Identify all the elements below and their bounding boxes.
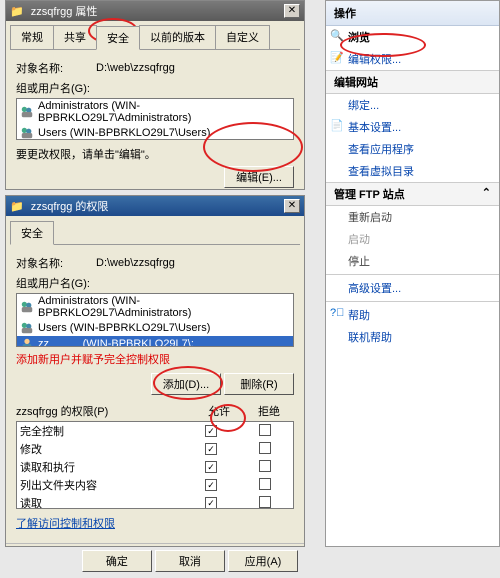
help-icon: ?⃝ (330, 307, 344, 321)
ok-button[interactable]: 确定 (82, 550, 152, 572)
tab-security[interactable]: 安全 (96, 26, 140, 50)
actions-panel: 操作 🔍 浏览 📝 编辑权限... 编辑网站 绑定... 📄 基本设置... 查… (325, 0, 500, 547)
edit-icon: 📝 (330, 51, 344, 65)
properties-dialog: 📁 zzsqfrgg 属性 ✕ 常规 共享 安全 以前的版本 自定义 对象名称:… (5, 0, 305, 190)
group-icon (20, 300, 34, 314)
allow-checkbox[interactable] (205, 443, 217, 455)
users-listbox[interactable]: Administrators (WIN-BPBRKLO29L7\Administ… (16, 98, 294, 140)
close-button[interactable]: ✕ (284, 4, 300, 18)
remove-button[interactable]: 删除(R) (224, 373, 294, 395)
deny-header: 拒绝 (244, 403, 294, 419)
object-name-label: 对象名称: (16, 60, 96, 76)
settings-icon: 📄 (330, 119, 344, 133)
allow-checkbox[interactable] (205, 425, 217, 437)
permission-row: 列出文件夹内容 (17, 476, 293, 494)
deny-checkbox[interactable] (259, 424, 271, 436)
sub-header-edit-site: 编辑网站 (326, 70, 499, 94)
tab-sharing[interactable]: 共享 (53, 25, 97, 49)
action-edit-permissions[interactable]: 📝 编辑权限... (326, 48, 499, 70)
perm-name: 修改 (20, 441, 182, 457)
group-icon (20, 321, 34, 335)
action-online-help[interactable]: 联机帮助 (326, 326, 499, 348)
tab-general[interactable]: 常规 (10, 25, 54, 49)
action-stop[interactable]: 停止 (326, 250, 499, 272)
action-bindings[interactable]: 绑定... (326, 94, 499, 116)
action-view-vdirs[interactable]: 查看虚拟目录 (326, 160, 499, 182)
title-bar[interactable]: 📁 zzsqfrgg 属性 ✕ (6, 1, 304, 21)
edit-hint: 要更改权限，请单击"编辑"。 (16, 146, 156, 162)
sub-header-manage-ftp: 管理 FTP 站点 ⌃ (326, 182, 499, 206)
action-start: 启动 (326, 228, 499, 250)
group-users-label: 组或用户名(G): (16, 275, 294, 291)
perm-name: 列出文件夹内容 (20, 477, 182, 493)
permission-row: 修改 (17, 440, 293, 458)
apply-button[interactable]: 应用(A) (228, 550, 298, 572)
action-basic-settings[interactable]: 📄 基本设置... (326, 116, 499, 138)
window-title: zzsqfrgg 的权限 (31, 201, 109, 213)
perm-name: 读取和执行 (20, 459, 182, 475)
deny-checkbox[interactable] (259, 478, 271, 490)
add-button[interactable]: 添加(D)... (151, 373, 221, 395)
user-icon (20, 337, 34, 347)
group-users-label: 组或用户名(G): (16, 80, 294, 96)
perm-header: zzsqfrgg 的权限(P) (16, 403, 194, 419)
permission-row: 完全控制 (17, 422, 293, 440)
actions-header: 操作 (326, 1, 499, 26)
group-icon (20, 105, 34, 119)
list-item[interactable]: Administrators (WIN-BPBRKLO29L7\Administ… (17, 99, 293, 125)
perm-name: 读取 (20, 495, 182, 509)
list-item[interactable]: Users (WIN-BPBRKLO29L7\Users) (17, 320, 293, 336)
list-item[interactable]: Users (WIN-BPBRKLO29L7\Users) (17, 125, 293, 140)
allow-checkbox[interactable] (205, 461, 217, 473)
action-restart[interactable]: 重新启动 (326, 206, 499, 228)
deny-checkbox[interactable] (259, 496, 271, 508)
allow-checkbox[interactable] (205, 497, 217, 509)
tab-customize[interactable]: 自定义 (215, 25, 270, 49)
learn-link[interactable]: 了解访问控制和权限 (16, 518, 115, 530)
list-item-selected[interactable]: zz_____ (WIN-BPBRKLO29L7\: (17, 336, 293, 347)
tab-strip: 安全 (10, 220, 300, 245)
collapse-icon[interactable]: ⌃ (482, 186, 491, 202)
deny-checkbox[interactable] (259, 442, 271, 454)
permission-row: 读取 (17, 494, 293, 509)
perm-name: 完全控制 (20, 423, 182, 439)
users-listbox[interactable]: Administrators (WIN-BPBRKLO29L7\Administ… (16, 293, 294, 347)
action-help[interactable]: ?⃝ 帮助 (326, 304, 499, 326)
allow-checkbox[interactable] (205, 479, 217, 491)
permissions-listbox: 完全控制修改读取和执行列出文件夹内容读取 (16, 421, 294, 509)
action-view-apps[interactable]: 查看应用程序 (326, 138, 499, 160)
cancel-button[interactable]: 取消 (155, 550, 225, 572)
object-name-label: 对象名称: (16, 255, 96, 271)
group-icon (20, 126, 34, 140)
action-advanced-settings[interactable]: 高级设置... (326, 277, 499, 299)
deny-checkbox[interactable] (259, 460, 271, 472)
tab-strip: 常规 共享 安全 以前的版本 自定义 (10, 25, 300, 50)
folder-icon: 📁 (10, 6, 24, 18)
annotation-note: 添加新用户并赋予完全控制权限 (16, 351, 294, 367)
title-bar[interactable]: 📁 zzsqfrgg 的权限 ✕ (6, 196, 304, 216)
folder-icon: 📁 (10, 201, 24, 213)
browse-icon: 🔍 (330, 29, 344, 43)
list-item[interactable]: Administrators (WIN-BPBRKLO29L7\Administ… (17, 294, 293, 320)
tab-previous-versions[interactable]: 以前的版本 (139, 25, 216, 49)
window-title: zzsqfrgg 属性 (31, 6, 98, 18)
action-browse[interactable]: 🔍 浏览 (326, 26, 499, 48)
close-button[interactable]: ✕ (284, 199, 300, 213)
edit-button[interactable]: 编辑(E)... (224, 166, 294, 188)
object-path: D:\web\zzsqfrgg (96, 257, 175, 269)
permissions-dialog: 📁 zzsqfrgg 的权限 ✕ 安全 对象名称: D:\web\zzsqfrg… (5, 195, 305, 547)
allow-header: 允许 (194, 403, 244, 419)
object-path: D:\web\zzsqfrgg (96, 62, 175, 74)
tab-security[interactable]: 安全 (10, 221, 54, 245)
permission-row: 读取和执行 (17, 458, 293, 476)
